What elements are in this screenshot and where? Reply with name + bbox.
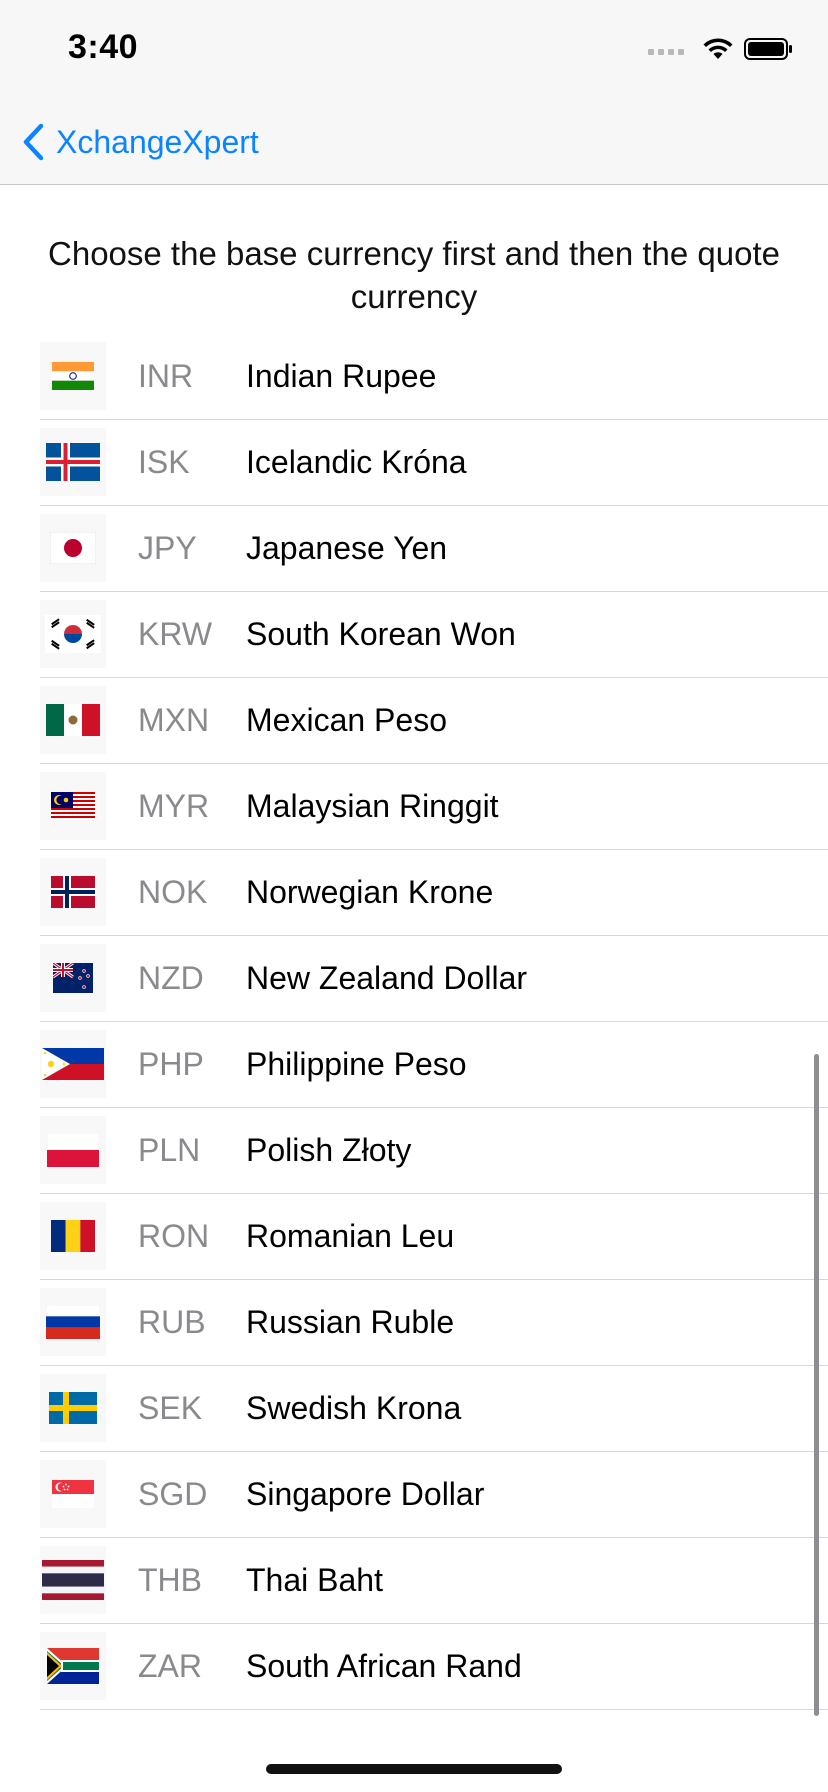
navigation-bar: XchangeXpert [0,100,828,185]
currency-name: New Zealand Dollar [246,960,528,996]
currency-row-inr[interactable]: INR Indian Rupee [0,334,828,420]
currency-list[interactable]: INR Indian Rupee ISK Icelandic Króna JPY… [0,334,828,1710]
currency-code: SGD [138,1476,208,1512]
currency-row-sek[interactable]: SEK Swedish Krona [0,1366,828,1452]
back-button[interactable]: XchangeXpert [22,118,259,166]
flag-poland-icon [40,1116,106,1184]
currency-row-ron[interactable]: RON Romanian Leu [0,1194,828,1280]
currency-name: South Korean Won [246,616,516,652]
flag-philippines-icon [40,1030,106,1098]
currency-row-isk[interactable]: ISK Icelandic Króna [0,420,828,506]
flag-mexico-icon [40,686,106,754]
currency-code: RON [138,1218,210,1254]
currency-row-nzd[interactable]: NZD New Zealand Dollar [0,936,828,1022]
currency-code: NOK [138,874,208,910]
currency-row-mxn[interactable]: MXN Mexican Peso [0,678,828,764]
currency-name: Japanese Yen [246,530,448,566]
home-indicator[interactable] [266,1764,562,1774]
currency-name: Indian Rupee [246,358,437,394]
flag-thailand-icon [40,1546,106,1614]
currency-name: Malaysian Ringgit [246,788,499,824]
currency-name: Philippine Peso [246,1046,467,1082]
currency-name: Singapore Dollar [246,1476,485,1512]
currency-code: MXN [138,702,210,738]
currency-code: PHP [138,1046,204,1082]
flag-iceland-icon [40,428,106,496]
back-button-label[interactable]: XchangeXpert [56,124,259,161]
currency-code: PLN [138,1132,201,1168]
currency-row-krw[interactable]: KRW South Korean Won [0,592,828,678]
currency-name: Norwegian Krone [246,874,494,910]
currency-row-sgd[interactable]: SGD Singapore Dollar [0,1452,828,1538]
currency-name: Russian Ruble [246,1304,455,1340]
currency-row-rub[interactable]: RUB Russian Ruble [0,1280,828,1366]
flag-south-africa-icon [40,1632,106,1700]
currency-name: South African Rand [246,1648,522,1684]
status-icons [648,34,794,64]
flag-india-icon [40,342,106,410]
currency-code: KRW [138,616,213,652]
flag-malaysia-icon [40,772,106,840]
scroll-indicator[interactable] [814,1054,819,1716]
instructions-text: Choose the base currency first and then … [48,235,780,315]
currency-code: SEK [138,1390,203,1426]
currency-row-thb[interactable]: THB Thai Baht [0,1538,828,1624]
currency-row-myr[interactable]: MYR Malaysian Ringgit [0,764,828,850]
flag-romania-icon [40,1202,106,1270]
status-time: 3:40 [68,28,139,66]
currency-code: THB [138,1562,202,1598]
currency-row-zar[interactable]: ZAR South African Rand [0,1624,828,1710]
currency-name: Polish Złoty [246,1132,412,1168]
status-bar: 3:40 [0,0,828,100]
currency-code: JPY [138,530,197,566]
currency-row-jpy[interactable]: JPY Japanese Yen [0,506,828,592]
flag-singapore-icon [40,1460,106,1528]
currency-name: Romanian Leu [246,1218,455,1254]
currency-code: MYR [138,788,210,824]
currency-row-pln[interactable]: PLN Polish Złoty [0,1108,828,1194]
currency-name: Mexican Peso [246,702,447,738]
wifi-icon [703,38,733,59]
currency-code: INR [138,358,194,394]
currency-code: NZD [138,960,204,996]
currency-code: ZAR [138,1648,202,1684]
cellular-signal-icon [648,43,684,55]
flag-russia-icon [40,1288,106,1356]
currency-name: Swedish Krona [246,1390,462,1426]
flag-new-zealand-icon [40,944,106,1012]
currency-code: RUB [138,1304,206,1340]
flag-south-korea-icon [40,600,106,668]
currency-row-php[interactable]: PHP Philippine Peso [0,1022,828,1108]
currency-name: Icelandic Króna [246,444,467,480]
currency-row-nok[interactable]: NOK Norwegian Krone [0,850,828,936]
chevron-left-icon [23,123,44,161]
flag-japan-icon [40,514,106,582]
flag-sweden-icon [40,1374,106,1442]
currency-name: Thai Baht [246,1562,383,1598]
battery-icon [744,38,792,60]
flag-norway-icon [40,858,106,926]
currency-code: ISK [138,444,190,480]
